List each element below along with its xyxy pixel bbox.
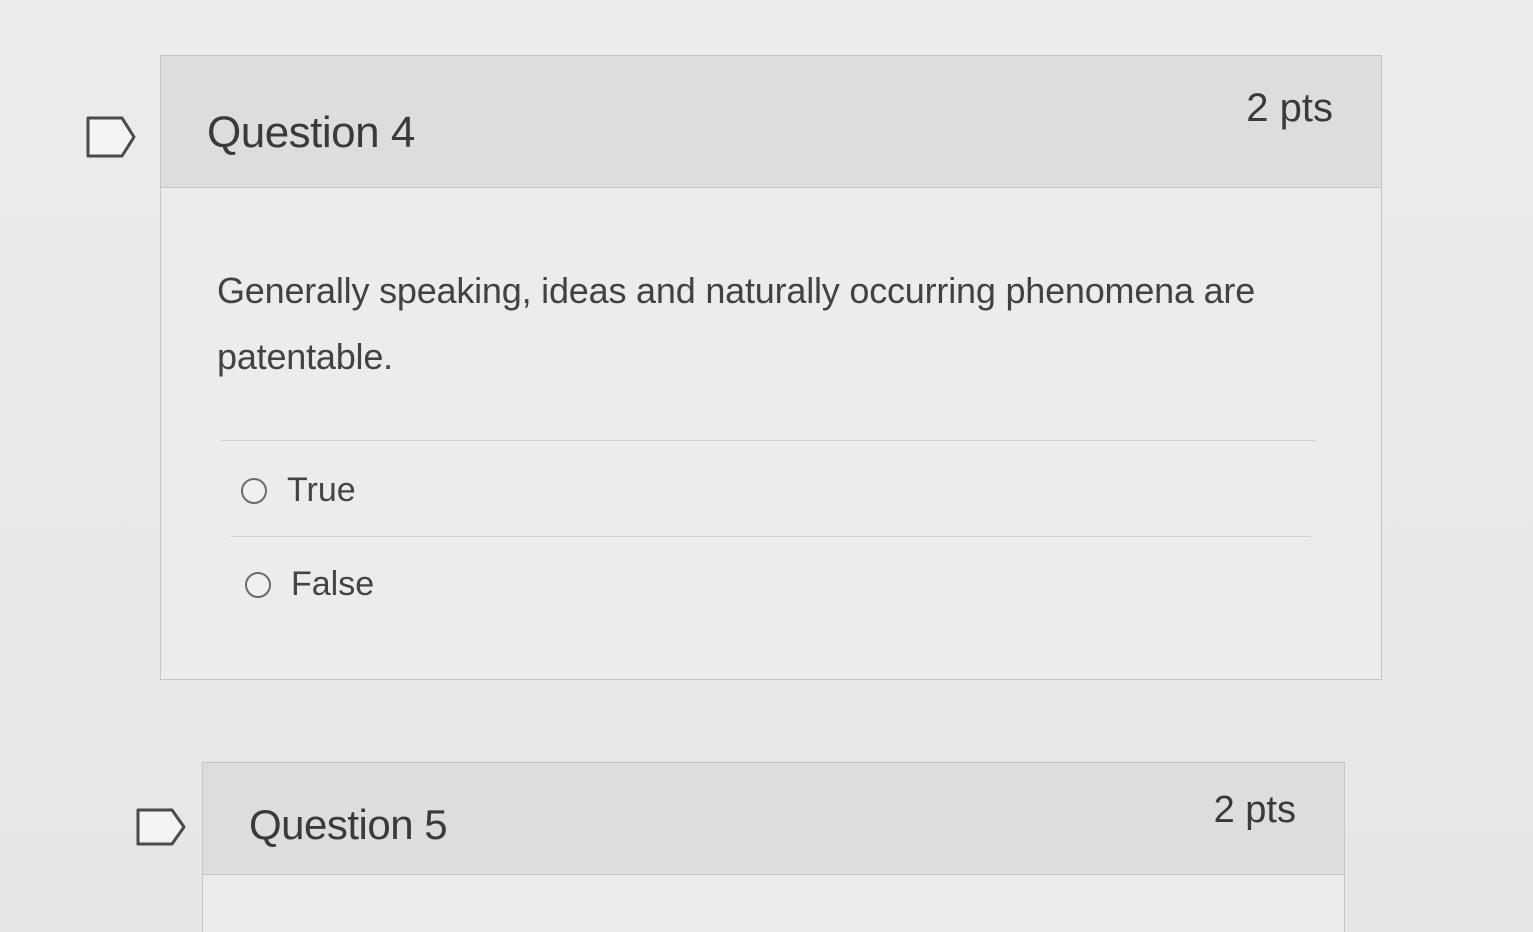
answer-option-true[interactable]: True <box>241 471 356 510</box>
answer-label: False <box>291 565 375 603</box>
quiz-page: Question 4 2 pts Generally speaking, ide… <box>0 0 1533 932</box>
radio-button-icon[interactable] <box>245 571 271 598</box>
question-card: Question 5 2 pts <box>202 762 1345 932</box>
answers-divider <box>221 440 1316 441</box>
question-header: Question 5 2 pts <box>203 763 1344 875</box>
question-text: Generally speaking, ideas and naturally … <box>217 270 1256 377</box>
question-points: 2 pts <box>1246 86 1333 130</box>
flag-question-icon[interactable] <box>86 116 136 158</box>
question-title: Question 4 <box>207 108 415 157</box>
answer-divider <box>231 536 1311 537</box>
question-title: Question 5 <box>249 801 448 848</box>
question-points: 2 pts <box>1213 789 1296 831</box>
flag-question-icon[interactable] <box>136 808 186 848</box>
question-card: Question 4 2 pts Generally speaking, ide… <box>160 55 1382 680</box>
answer-label: True <box>287 471 356 509</box>
radio-button-icon[interactable] <box>241 477 267 504</box>
answer-option-false[interactable]: False <box>245 565 374 604</box>
question-header: Question 4 2 pts <box>161 56 1381 188</box>
